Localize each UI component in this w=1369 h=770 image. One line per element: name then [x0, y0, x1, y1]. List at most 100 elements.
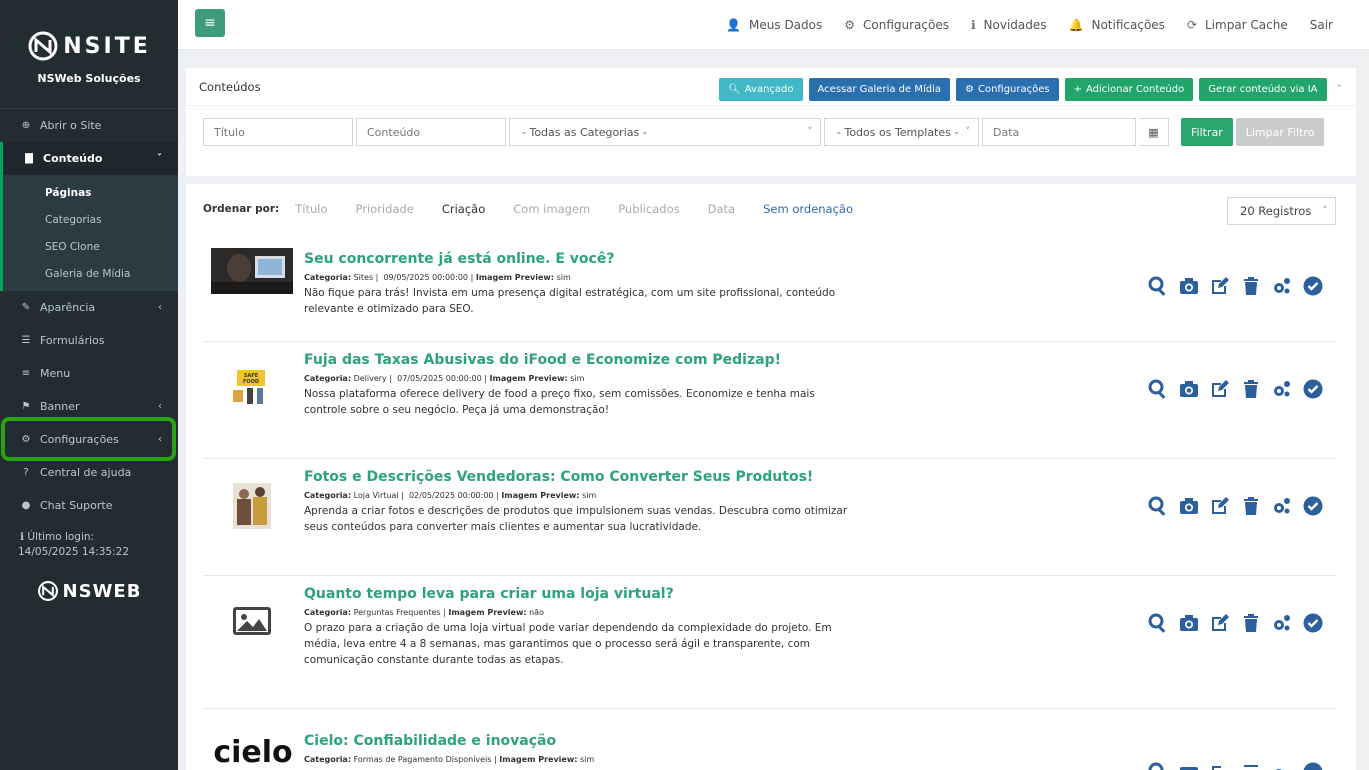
item-thumbnail[interactable]: SAFE FOOD	[225, 368, 277, 408]
menu-toggle-button[interactable]: ≡	[195, 9, 225, 37]
list-item: SAFE FOOD Fuja das Taxas Abusivas do iFo…	[203, 342, 1337, 459]
trash-icon[interactable]	[1240, 612, 1262, 634]
view-icon[interactable]	[1147, 495, 1169, 517]
edit-icon[interactable]	[1209, 612, 1231, 634]
categoria-select[interactable]: - Todas as Categorias - ˅	[509, 118, 821, 146]
check-circle-icon[interactable]	[1302, 378, 1324, 400]
meta-label: Categoria:	[304, 374, 352, 383]
page-scrollbar[interactable]	[1359, 50, 1369, 770]
template-select[interactable]: - Todos os Templates - ˅	[824, 118, 979, 146]
sidebar-item-formularios[interactable]: ☰ Formulários	[0, 324, 178, 357]
item-thumbnail[interactable]: cielo	[211, 735, 295, 769]
avancado-button[interactable]: 🔍︎ Avançado	[719, 78, 803, 101]
sort-criacao[interactable]: Criação	[442, 202, 485, 216]
sidebar-item-conteudo[interactable]: ▇ Conteúdo ˅	[0, 142, 178, 175]
chevron-up-icon[interactable]: ˄	[1337, 83, 1343, 96]
meta-category: Loja Virtual	[353, 491, 399, 500]
gears-icon[interactable]	[1271, 495, 1293, 517]
search-icon: 🔍︎	[728, 84, 741, 95]
brand-logo[interactable]: NSITE	[27, 30, 150, 62]
select-value: - Todos os Templates -	[837, 125, 959, 139]
sort-prioridade[interactable]: Prioridade	[356, 202, 414, 216]
sort-data[interactable]: Data	[708, 202, 735, 216]
novidades-link[interactable]: ℹ Novidades	[971, 18, 1047, 32]
camera-icon[interactable]	[1178, 495, 1200, 517]
data-input[interactable]: Data	[982, 118, 1136, 146]
item-title[interactable]: Seu concorrente já está online. E você?	[304, 251, 614, 267]
gears-icon[interactable]	[1271, 275, 1293, 297]
edit-icon[interactable]	[1209, 495, 1231, 517]
trash-icon[interactable]	[1240, 495, 1262, 517]
check-circle-icon[interactable]	[1302, 761, 1324, 770]
view-icon[interactable]	[1147, 378, 1169, 400]
sidebar-item-label: Conteúdo	[43, 152, 103, 165]
limpar-filtro-button[interactable]: Limpar Filtro	[1235, 118, 1325, 146]
meus-dados-link[interactable]: 👤 Meus Dados	[726, 18, 822, 32]
view-icon[interactable]	[1147, 275, 1169, 297]
camera-icon[interactable]	[1178, 378, 1200, 400]
filtrar-button[interactable]: Filtrar	[1181, 118, 1233, 146]
sair-link[interactable]: Sair	[1310, 18, 1333, 32]
item-title[interactable]: Quanto tempo leva para criar uma loja vi…	[304, 586, 674, 602]
side-menu-rest: ✎ Aparência ‹ ☰ Formulários ≡ Menu ⚑ Ban…	[0, 291, 178, 522]
gears-icon[interactable]	[1271, 378, 1293, 400]
camera-icon[interactable]	[1178, 761, 1200, 770]
link-label: Notificações	[1091, 18, 1165, 32]
sort-com-imagem[interactable]: Com imagem	[513, 202, 590, 216]
sort-publicados[interactable]: Publicados	[618, 202, 679, 216]
notificacoes-link[interactable]: 🔔 Notificações	[1069, 18, 1165, 32]
select-value: - Todas as Categorias -	[522, 125, 647, 139]
item-thumbnail[interactable]	[233, 483, 271, 529]
item-title[interactable]: Fotos e Descrições Vendedoras: Como Conv…	[304, 469, 813, 485]
submenu-item-paginas[interactable]: Páginas	[3, 179, 178, 206]
view-icon[interactable]	[1147, 761, 1169, 770]
galeria-midia-button[interactable]: Acessar Galeria de Mídia	[808, 78, 950, 101]
item-title[interactable]: Cielo: Confiabilidade e inovação	[304, 733, 556, 749]
configuracoes-button[interactable]: ⚙ Configurações	[956, 78, 1059, 101]
item-description: Não fique para trás! Invista em uma pres…	[304, 287, 836, 315]
gerar-ia-button[interactable]: Gerar conteúdo via IA	[1199, 78, 1327, 101]
view-icon[interactable]	[1147, 612, 1169, 634]
trash-icon[interactable]	[1240, 275, 1262, 297]
bars-icon: ≡	[21, 368, 31, 379]
configuracoes-link[interactable]: ⚙ Configurações	[844, 18, 949, 32]
trash-icon[interactable]	[1240, 761, 1262, 770]
item-title[interactable]: Fuja das Taxas Abusivas do iFood e Econo…	[304, 352, 781, 368]
item-thumbnail[interactable]	[211, 248, 293, 294]
gears-icon[interactable]	[1271, 612, 1293, 634]
meta-date: 02/05/2025 00:00:00	[408, 491, 494, 500]
calendar-icon[interactable]: ▦	[1139, 118, 1169, 146]
meta-label: Imagem Preview:	[501, 491, 580, 500]
submenu-item-seo-clone[interactable]: SEO Clone	[3, 233, 178, 260]
limpar-cache-link[interactable]: ⟳ Limpar Cache	[1187, 18, 1288, 32]
info-icon: ℹ	[20, 531, 24, 543]
image-placeholder-icon[interactable]	[232, 606, 272, 636]
conteudo-input[interactable]: Conteúdo	[356, 118, 506, 146]
check-circle-icon[interactable]	[1302, 495, 1324, 517]
gears-icon[interactable]	[1271, 761, 1293, 770]
sort-sem-ordenacao[interactable]: Sem ordenação	[763, 202, 853, 216]
trash-icon[interactable]	[1240, 378, 1262, 400]
sidebar-item-abrir-site[interactable]: ⊕ Abrir o Site	[0, 109, 178, 142]
globe-icon: ⊕	[21, 120, 31, 131]
records-select[interactable]: 20 Registros ˅	[1227, 197, 1336, 225]
sort-titulo[interactable]: Título	[295, 202, 327, 216]
check-circle-icon[interactable]	[1302, 275, 1324, 297]
button-label: Gerar conteúdo via IA	[1208, 84, 1318, 95]
camera-icon[interactable]	[1178, 275, 1200, 297]
sidebar-item-aparencia[interactable]: ✎ Aparência ‹	[0, 291, 178, 324]
gear-icon: ⚙	[965, 84, 974, 95]
titulo-input[interactable]: Título	[203, 118, 353, 146]
edit-icon[interactable]	[1209, 378, 1231, 400]
check-circle-icon[interactable]	[1302, 612, 1324, 634]
submenu-item-galeria[interactable]: Galeria de Mídia	[3, 260, 178, 287]
camera-icon[interactable]	[1178, 612, 1200, 634]
button-label: Acessar Galeria de Mídia	[817, 84, 942, 95]
sidebar-item-chat-suporte[interactable]: ● Chat Suporte	[0, 489, 178, 522]
adicionar-conteudo-button[interactable]: + Adicionar Conteúdo	[1064, 78, 1194, 101]
edit-icon[interactable]	[1209, 761, 1231, 770]
submenu-item-categorias[interactable]: Categorias	[3, 206, 178, 233]
edit-icon[interactable]	[1209, 275, 1231, 297]
sidebar-item-menu[interactable]: ≡ Menu	[0, 357, 178, 390]
meta-category: Perguntas Frequentes	[353, 608, 441, 617]
